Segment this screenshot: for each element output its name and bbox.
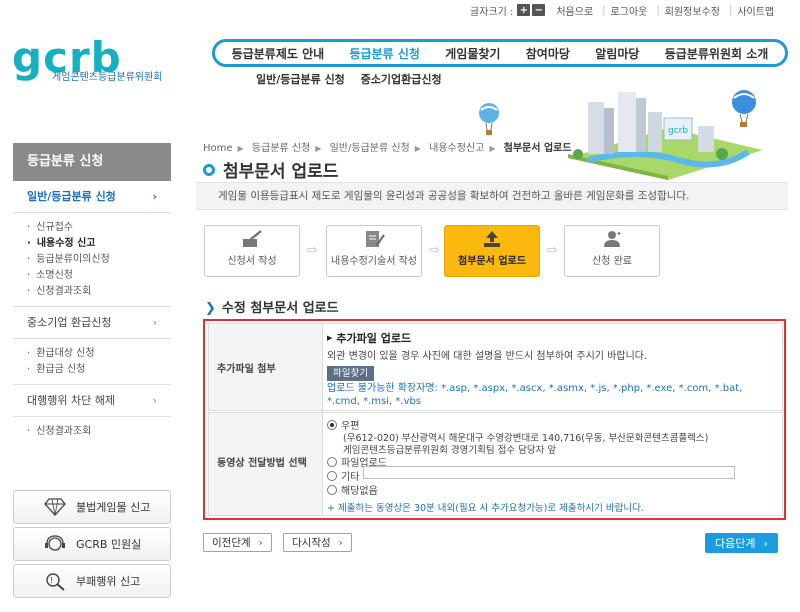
chevron-right-icon: › xyxy=(152,394,157,407)
font-increase-button[interactable]: + xyxy=(517,4,531,16)
step-arrow-icon: ⇨ xyxy=(547,243,558,258)
step-change-description: 내용수정기술서 작성 xyxy=(326,225,422,277)
breadcrumb-general-apply[interactable]: 일반/등급분류 신청 xyxy=(330,143,410,154)
side-item-refund-apply[interactable]: 환급금 신청 xyxy=(27,362,171,378)
utility-bar: 글자크기 : + − 처음으로 | 로그아웃 | 회원정보수정 | 사이트맵 xyxy=(470,3,775,18)
progress-steps: 신청서 작성 ⇨ 내용수정기술서 작성 ⇨ 첨부문서 업로드 ⇨ ✦ 신청 완료 xyxy=(204,225,784,277)
svg-text:✦: ✦ xyxy=(616,230,622,238)
blocked-extensions-note: 업로드 불가능한 확장자명: *.asp, *.aspx, *.ascx, *.… xyxy=(327,383,743,407)
radio-mail[interactable] xyxy=(327,419,337,430)
font-size-label: 글자크기 : xyxy=(470,6,514,18)
title-bullet-icon xyxy=(203,163,215,176)
nav-rating-apply[interactable]: 등급분류 신청 xyxy=(349,45,419,62)
pen-icon xyxy=(243,230,262,247)
attach-file-row: 추가파일 첨부 추가파일 업로드 외관 변경이 있을 경우 사진에 대한 설명을… xyxy=(208,323,783,411)
step-arrow-icon: ⇨ xyxy=(429,243,440,258)
step-application-form: 신청서 작성 xyxy=(204,225,300,277)
upload-icon xyxy=(484,231,500,247)
font-decrease-button[interactable]: − xyxy=(532,4,546,16)
side-menu: 등급분류 신청 일반/등급분류 신청 › 신규접수 내용수정 신고 등급분류이의… xyxy=(13,143,171,446)
breadcrumb-rating-apply[interactable]: 등급분류 신청 xyxy=(252,143,310,154)
option-other[interactable]: 기타 xyxy=(327,468,359,483)
side-submenu-block: 신청결과조회 xyxy=(13,417,171,446)
side-menu-general-apply[interactable]: 일반/등급분류 신청 › xyxy=(13,181,171,213)
nav-committee-intro[interactable]: 등급분류위원회 소개 xyxy=(665,45,769,62)
chevron-right-icon: › xyxy=(152,190,157,203)
radio-file-upload[interactable] xyxy=(327,456,337,467)
chevron-right-icon: ❯ xyxy=(205,301,216,316)
radio-not-applicable[interactable] xyxy=(327,484,337,495)
diamond-icon xyxy=(44,498,66,516)
subnav-general-apply[interactable]: 일반/등급분류 신청 xyxy=(256,73,345,86)
sitemap-link[interactable]: 사이트맵 xyxy=(737,3,774,18)
breadcrumb-home[interactable]: Home xyxy=(203,143,233,154)
user-complete-icon: ✦ xyxy=(604,230,622,247)
svg-text:gcrb: gcrb xyxy=(668,126,688,136)
logout-link[interactable]: 로그아웃 xyxy=(611,3,648,18)
side-item-explanation[interactable]: 소명신청 xyxy=(27,268,171,284)
corruption-report-button[interactable]: ! 부패행위 신고 xyxy=(13,564,171,598)
other-method-input[interactable] xyxy=(363,466,735,479)
rewrite-button[interactable]: 다시작성 › xyxy=(283,533,352,552)
prev-step-button[interactable]: 이전단계 › xyxy=(203,533,272,552)
side-item-result-inquiry[interactable]: 신청결과조회 xyxy=(27,284,171,300)
home-link[interactable]: 처음으로 xyxy=(556,3,593,18)
main-navigation: 등급분류제도 안내 등급분류 신청 게임물찾기 참여마당 알림마당 등급분류위원… xyxy=(212,39,788,67)
upload-form: 추가파일 첨부 추가파일 업로드 외관 변경이 있을 경우 사진에 대한 설명을… xyxy=(203,319,786,520)
breadcrumb-content-change[interactable]: 내용수정신고 xyxy=(429,143,484,154)
attach-heading: 추가파일 업로드 xyxy=(327,330,411,346)
chevron-right-icon: › xyxy=(763,536,768,550)
side-item-block-result[interactable]: 신청결과조회 xyxy=(27,424,171,440)
headset-icon xyxy=(45,535,65,551)
nav-notice[interactable]: 알림마당 xyxy=(595,45,639,62)
breadcrumb-current: 첨부문서 업로드 xyxy=(503,143,572,154)
side-menu-sme-refund[interactable]: 중소기업 환급신청 › xyxy=(13,307,171,339)
sub-navigation: 일반/등급분류 신청 중소기업환급신청 xyxy=(256,71,454,87)
step-complete: ✦ 신청 완료 xyxy=(564,225,660,277)
gcrb-civil-service-button[interactable]: GCRB 민원실 xyxy=(13,527,171,561)
intro-banner: 게임물 이용등급표시 제도로 게임물의 윤리성과 공공성을 확보하여 건전하고 … xyxy=(196,182,788,210)
chevron-right-icon: › xyxy=(152,316,157,329)
side-submenu-general: 신규접수 내용수정 신고 등급분류이의신청 소명신청 신청결과조회 xyxy=(13,213,171,307)
radio-other[interactable] xyxy=(327,470,337,481)
step-upload-documents: 첨부문서 업로드 xyxy=(444,225,540,277)
nav-participation[interactable]: 참여마당 xyxy=(526,45,570,62)
nav-game-search[interactable]: 게임물찾기 xyxy=(445,45,500,62)
side-item-objection[interactable]: 등급분류이의신청 xyxy=(27,252,171,268)
next-step-button[interactable]: 다음단계 › xyxy=(705,533,778,553)
city-illustration: gcrb xyxy=(568,90,763,180)
section-title: ❯ 수정 첨부문서 업로드 xyxy=(205,301,339,316)
video-submission-note: + 제출하는 동영상은 30분 내외(필요 시 추가요청가능)로 제출하시기 바… xyxy=(327,503,644,514)
side-item-new-application[interactable]: 신규접수 xyxy=(27,220,171,236)
subnav-sme-refund[interactable]: 중소기업환급신청 xyxy=(361,73,442,86)
file-browse-button[interactable]: 파일찾기 xyxy=(327,366,374,381)
attach-description: 외관 변경이 있을 경우 사진에 대한 설명을 반드시 첨부하여 주시기 바랍니… xyxy=(327,351,648,362)
side-submenu-refund: 환급대상 신청 환급금 신청 xyxy=(13,339,171,385)
side-menu-title: 등급분류 신청 xyxy=(13,143,171,181)
chevron-right-icon: › xyxy=(338,536,343,549)
video-delivery-label: 동영상 전달방법 선택 xyxy=(209,413,323,515)
option-not-applicable[interactable]: 해당없음 xyxy=(327,482,378,497)
svg-text:!: ! xyxy=(50,576,53,585)
logo-subtitle: 게임콘텐츠등급분류위원회 xyxy=(52,72,163,83)
edit-profile-link[interactable]: 회원정보수정 xyxy=(665,3,720,18)
breadcrumb: Home ▶ 등급분류 신청 ▶ 일반/등급분류 신청 ▶ 내용수정신고 ▶ 첨부문서 … xyxy=(203,143,572,154)
nav-rating-guide[interactable]: 등급분류제도 안내 xyxy=(232,45,325,62)
gcrb-logo[interactable]: gcrb 게임콘텐츠등급분류위원회 xyxy=(12,37,184,84)
side-item-refund-target[interactable]: 환급대상 신청 xyxy=(27,346,171,362)
video-delivery-row: 동영상 전달방법 선택 우편 (우612-020) 부산광역시 해운대구 수영강… xyxy=(208,412,783,516)
chevron-right-icon: › xyxy=(258,536,263,549)
side-menu-block-release[interactable]: 대행행위 차단 해제 › xyxy=(13,385,171,417)
document-edit-icon xyxy=(366,231,385,247)
page-title: 첨부문서 업로드 xyxy=(203,157,338,182)
magnifier-icon: ! xyxy=(46,573,65,591)
step-arrow-icon: ⇨ xyxy=(307,243,318,258)
balloon-illustration xyxy=(479,103,499,135)
illegal-game-report-button[interactable]: 불법게임물 신고 xyxy=(13,490,171,524)
side-item-content-change[interactable]: 내용수정 신고 xyxy=(27,236,171,252)
attach-file-label: 추가파일 첨부 xyxy=(209,324,323,410)
